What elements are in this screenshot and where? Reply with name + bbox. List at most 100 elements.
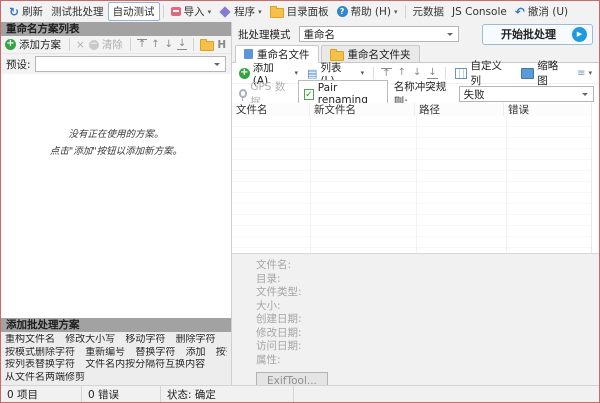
clear-schemes-button[interactable]: 清除 [88, 37, 124, 52]
file-table: 文件名 新文件名 路径 错误 [232, 103, 592, 253]
preset-row: 预设: [1, 54, 231, 75]
method-link[interactable]: 重新编号 [85, 347, 125, 358]
move-top-button[interactable]: ↑ [137, 39, 147, 50]
thumbnails-button[interactable]: 缩略图 [519, 58, 571, 88]
help-button[interactable]: ? 帮助 (H) ▾ [333, 3, 402, 20]
rename-tag-button[interactable]: H [217, 39, 226, 51]
list-style-button[interactable]: ≡ ▾ [575, 68, 594, 79]
js-console-button[interactable]: JS Console [448, 5, 511, 19]
plus-icon [239, 68, 250, 79]
tab-rename-files[interactable]: 重命名文件 [235, 45, 319, 63]
undo-button[interactable]: ↶ 撤消 (U) [511, 3, 572, 20]
refresh-button[interactable]: ↻ 刷新 [5, 3, 47, 20]
metadata-button[interactable]: 元数据 [409, 3, 449, 20]
toolbar-separator [373, 67, 374, 79]
program-label: 程序 [234, 4, 255, 19]
preset-label: 预设: [6, 57, 31, 72]
open-preset-icon[interactable] [200, 41, 214, 51]
move-down-button[interactable]: ↓ [412, 68, 422, 78]
table-column [507, 116, 591, 253]
toolbar-separator [163, 5, 164, 18]
method-link[interactable]: 替换字符 [135, 347, 175, 358]
status-spacer [294, 386, 599, 402]
method-link[interactable]: 从文件名两端修剪 [5, 372, 85, 383]
gps-pin-icon [239, 89, 247, 98]
program-button[interactable]: 程序 ▾ [215, 3, 266, 20]
column-header-error[interactable]: 错误 [504, 103, 591, 116]
file-tab-content: 添加 (A) ▾ ▤ 列表 (L) ▾ ↑ ↑ ↓ ↓ 自定义列 [232, 62, 599, 385]
method-link[interactable]: 按列表重命名 [216, 347, 227, 358]
minus-circle-icon [89, 40, 99, 50]
toolbar-separator [130, 38, 131, 51]
batch-mode-value: 重命名 [304, 27, 336, 42]
import-button[interactable]: 导入 ▾ [167, 3, 216, 20]
batch-controls: 批处理模式 重命名 开始批处理 ▶ [232, 22, 599, 46]
preset-select[interactable] [35, 56, 226, 72]
refresh-label: 刷新 [22, 4, 43, 19]
custom-columns-button[interactable]: 自定义列 [453, 58, 514, 88]
app-window: ↻ 刷新 测试批处理 自动测试 导入 ▾ 程序 ▾ 目录面板 ? 帮助 (H) … [0, 0, 600, 403]
toolbar-separator [405, 5, 406, 18]
columns-icon [455, 68, 468, 79]
move-up-button[interactable]: ↑ [150, 40, 160, 50]
scheme-panel-title: 重命名方案列表 [1, 22, 231, 36]
metadata-label: 元数据 [413, 4, 445, 19]
methods-row: 按模式删除字符 重新编号 替换字符 添加 按列表重命名 [5, 347, 227, 360]
method-link[interactable]: 重构文件名 [5, 334, 55, 345]
method-link[interactable]: 按列表替换字符 [5, 359, 75, 370]
import-label: 导入 [184, 4, 205, 19]
chevron-down-icon: ▾ [295, 69, 299, 77]
import-icon [171, 7, 181, 16]
column-header-filename[interactable]: 文件名 [232, 103, 310, 116]
main-panel: 批处理模式 重命名 开始批处理 ▶ 重命名文件 重命名文件夹 [232, 22, 599, 385]
status-error-count: 0 错误 [82, 386, 161, 402]
method-link[interactable]: 添加 [186, 347, 206, 358]
scheme-panel: 重命名方案列表 添加方案 × 清除 ↑ ↑ ↓ ↓ H 预设: [1, 22, 232, 385]
file-table-header: 文件名 新文件名 路径 错误 [232, 103, 591, 117]
column-header-new-filename[interactable]: 新文件名 [310, 103, 415, 116]
collision-rule-value: 失败 [464, 87, 485, 102]
chevron-down-icon: ▾ [258, 8, 262, 16]
start-batch-label: 开始批处理 [501, 26, 556, 42]
prop-directory-label: 目录: [256, 273, 599, 287]
scheme-toolbar: 添加方案 × 清除 ↑ ↑ ↓ ↓ H [1, 36, 231, 54]
undo-icon: ↶ [515, 6, 525, 18]
chevron-down-icon: ▾ [361, 69, 365, 77]
move-top-button[interactable]: ↑ [381, 68, 391, 79]
options-bar: GPS 数据 ✓ Pair renaming 名称冲突规则: 失败 [232, 84, 599, 104]
column-header-path[interactable]: 路径 [415, 103, 504, 116]
batch-mode-select[interactable]: 重命名 [299, 26, 459, 42]
move-up-button[interactable]: ↑ [397, 68, 407, 78]
methods-list: 重构文件名 修改大小写 移动字符 删除字符 按模式删除字符 重新编号 替换字符 … [1, 332, 231, 385]
image-icon [521, 68, 535, 79]
method-link[interactable]: 移动字符 [125, 334, 165, 345]
clear-schemes-label: 清除 [102, 37, 123, 52]
move-down-button[interactable]: ↓ [164, 40, 174, 50]
add-scheme-button[interactable]: 添加方案 [3, 37, 63, 52]
toolbar-separator [193, 38, 194, 51]
collision-rule-select[interactable]: 失败 [459, 86, 594, 102]
test-batch-button[interactable]: 测试批处理 [47, 3, 108, 20]
main-toolbar: ↻ 刷新 测试批处理 自动测试 导入 ▾ 程序 ▾ 目录面板 ? 帮助 (H) … [1, 1, 599, 23]
method-link[interactable]: 修改大小写 [65, 334, 115, 345]
auto-test-label: 自动测试 [113, 4, 155, 19]
file-table-body[interactable] [232, 116, 591, 253]
checkbox-checked-icon[interactable]: ✓ [304, 89, 314, 100]
refresh-icon: ↻ [9, 6, 19, 18]
move-bottom-button[interactable]: ↓ [427, 68, 437, 79]
toolbar-separator [445, 67, 446, 79]
method-link[interactable]: 文件名内按分隔符互换内容 [85, 359, 205, 370]
table-column [417, 116, 507, 253]
method-link[interactable]: 删除字符 [176, 334, 216, 345]
auto-test-toggle[interactable]: 自动测试 [108, 2, 160, 21]
method-link[interactable]: 按模式删除字符 [5, 347, 75, 358]
test-batch-label: 测试批处理 [51, 4, 104, 19]
directory-panel-button[interactable]: 目录面板 [266, 3, 333, 20]
help-icon: ? [337, 6, 348, 17]
remove-scheme-button[interactable]: × [76, 39, 85, 51]
table-column [232, 116, 311, 253]
prop-attributes-label: 属性: [256, 354, 599, 368]
move-bottom-button[interactable]: ↓ [177, 39, 187, 50]
batch-mode-label: 批处理模式 [238, 27, 291, 42]
start-batch-button[interactable]: 开始批处理 ▶ [482, 24, 593, 45]
